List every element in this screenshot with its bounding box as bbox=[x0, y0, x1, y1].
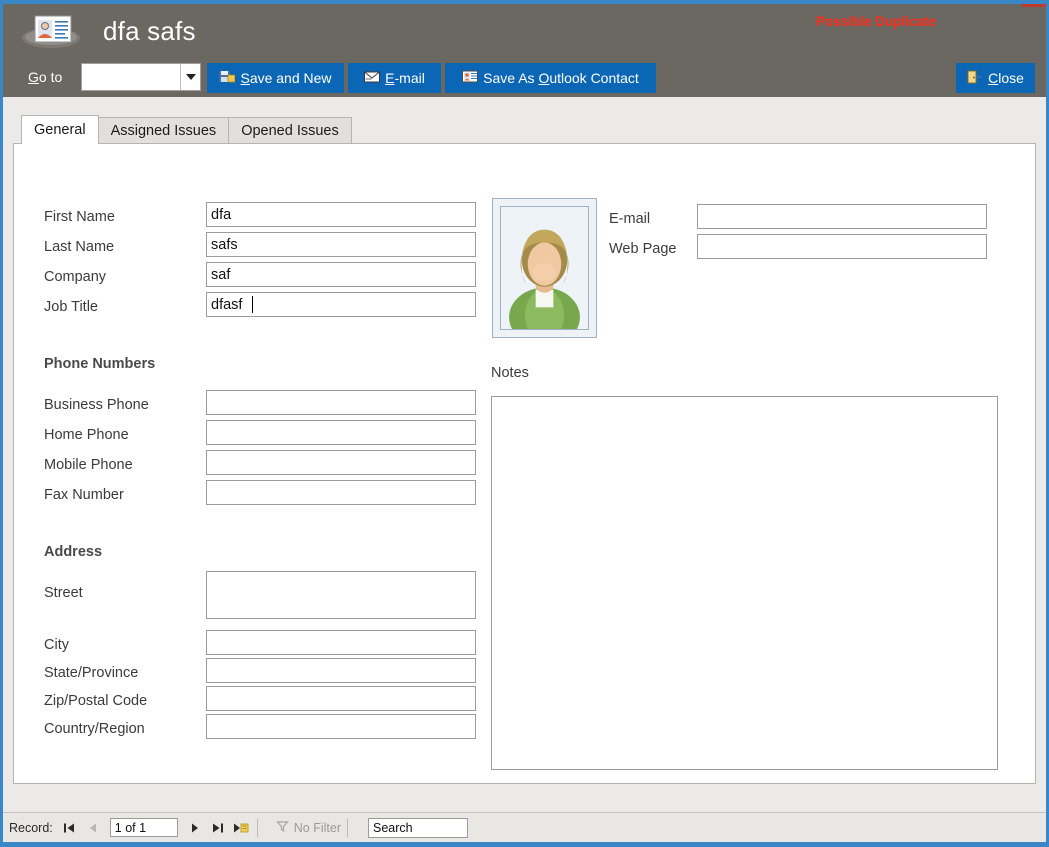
general-tab-panel: First Name Last Name Company Job Title bbox=[13, 143, 1036, 784]
statusbar-divider bbox=[256, 818, 258, 837]
fax-number-input[interactable] bbox=[206, 480, 476, 505]
email-label-field: E-mail bbox=[609, 211, 651, 227]
duplicate-warning-label: Possible Duplicate bbox=[815, 14, 936, 29]
first-name-input[interactable] bbox=[206, 202, 476, 227]
save-accel: S bbox=[240, 70, 250, 86]
email-label-rest: -mail bbox=[394, 70, 425, 86]
mobile-phone-input[interactable] bbox=[206, 450, 476, 475]
form-header: dfa safs Possible Duplicate Go to Save a… bbox=[3, 4, 1046, 97]
job-title-input[interactable] bbox=[206, 292, 476, 317]
record-label: Record: bbox=[9, 820, 53, 835]
country-region-input[interactable] bbox=[206, 714, 476, 739]
street-input[interactable] bbox=[206, 571, 476, 619]
next-record-icon[interactable] bbox=[185, 818, 205, 838]
goto-label: Go to bbox=[28, 69, 62, 85]
street-label: Street bbox=[44, 585, 83, 601]
close-label: Close bbox=[988, 70, 1024, 86]
email-label: E-mail bbox=[385, 70, 425, 86]
notes-input[interactable] bbox=[491, 396, 998, 770]
company-label: Company bbox=[44, 269, 107, 285]
save-label-rest: ave and New bbox=[249, 70, 332, 86]
record-position-input[interactable] bbox=[109, 818, 178, 837]
tab-assigned-issues[interactable]: Assigned Issues bbox=[97, 117, 230, 144]
address-section-title: Address bbox=[44, 544, 103, 560]
new-record-icon[interactable] bbox=[231, 818, 251, 838]
web-page-input[interactable] bbox=[697, 234, 987, 259]
close-button[interactable]: Close bbox=[956, 63, 1035, 93]
close-accel: C bbox=[988, 70, 999, 86]
previous-record-icon[interactable] bbox=[83, 818, 103, 838]
state-province-input[interactable] bbox=[206, 658, 476, 683]
outlook-label: Save As Outlook Contact bbox=[483, 70, 639, 86]
header-red-accent bbox=[1022, 4, 1046, 7]
save-new-icon bbox=[219, 70, 236, 87]
company-input[interactable] bbox=[206, 262, 476, 287]
first-record-icon[interactable] bbox=[60, 818, 80, 838]
envelope-icon bbox=[364, 70, 381, 86]
fax-number-label: Fax Number bbox=[44, 487, 124, 503]
state-province-label: State/Province bbox=[44, 665, 139, 681]
contact-photo bbox=[500, 206, 589, 330]
goto-label-rest: o to bbox=[38, 69, 63, 85]
email-accel: E bbox=[385, 70, 395, 86]
email-button[interactable]: E-mail bbox=[348, 63, 441, 93]
contact-photo-frame[interactable] bbox=[492, 198, 597, 338]
goto-input[interactable] bbox=[82, 64, 181, 90]
save-as-outlook-contact-button[interactable]: Save As Outlook Contact bbox=[445, 63, 656, 93]
text-cursor bbox=[252, 296, 253, 313]
save-and-new-button[interactable]: Save and New bbox=[207, 63, 344, 93]
business-phone-input[interactable] bbox=[206, 390, 476, 415]
outlook-label-rest: utlook Contact bbox=[549, 70, 639, 86]
record-navigator-statusbar: Record: 1 of 1 No Filter Search bbox=[3, 812, 1046, 842]
business-phone-label: Business Phone bbox=[44, 397, 149, 413]
filter-status[interactable]: No Filter bbox=[275, 820, 342, 836]
mobile-phone-label: Mobile Phone bbox=[44, 457, 133, 473]
filter-label: No Filter bbox=[293, 820, 342, 835]
outlook-accel: O bbox=[538, 70, 550, 86]
form-body: General Assigned Issues Opened Issues Fi… bbox=[3, 97, 1046, 812]
page-title: dfa safs bbox=[103, 16, 196, 46]
country-region-label: Country/Region bbox=[44, 721, 145, 737]
contact-card-small-icon bbox=[462, 70, 479, 86]
goto-accel: G bbox=[28, 69, 39, 85]
tab-general[interactable]: General bbox=[21, 115, 99, 144]
access-contact-form-window: dfa safs Possible Duplicate Go to Save a… bbox=[0, 0, 1049, 847]
notes-label: Notes bbox=[491, 365, 529, 381]
search-input[interactable] bbox=[368, 817, 469, 838]
chevron-down-icon[interactable] bbox=[180, 64, 200, 90]
phone-numbers-section-title: Phone Numbers bbox=[44, 356, 156, 372]
last-record-icon[interactable] bbox=[208, 818, 228, 838]
city-input[interactable] bbox=[206, 630, 476, 655]
city-label: City bbox=[44, 637, 69, 653]
last-name-input[interactable] bbox=[206, 232, 476, 257]
email-input[interactable] bbox=[697, 204, 987, 229]
zip-postal-code-label: Zip/Postal Code bbox=[44, 693, 148, 709]
last-name-label: Last Name bbox=[44, 239, 115, 255]
save-and-new-label: Save and New bbox=[240, 70, 331, 86]
close-label-rest: lose bbox=[998, 70, 1024, 86]
job-title-label: Job Title bbox=[44, 299, 98, 315]
home-phone-label: Home Phone bbox=[44, 427, 129, 443]
door-exit-icon bbox=[967, 70, 983, 87]
tab-strip: General Assigned Issues Opened Issues bbox=[21, 115, 352, 144]
outlook-label-pre: Save As bbox=[483, 70, 539, 86]
zip-postal-code-input[interactable] bbox=[206, 686, 476, 711]
statusbar-divider-2 bbox=[347, 818, 349, 837]
goto-combobox[interactable] bbox=[81, 63, 201, 91]
first-name-label: First Name bbox=[44, 209, 115, 225]
contact-card-icon bbox=[20, 11, 82, 53]
filter-icon bbox=[275, 820, 289, 836]
home-phone-input[interactable] bbox=[206, 420, 476, 445]
tab-opened-issues[interactable]: Opened Issues bbox=[228, 117, 352, 144]
web-page-label: Web Page bbox=[609, 241, 677, 257]
